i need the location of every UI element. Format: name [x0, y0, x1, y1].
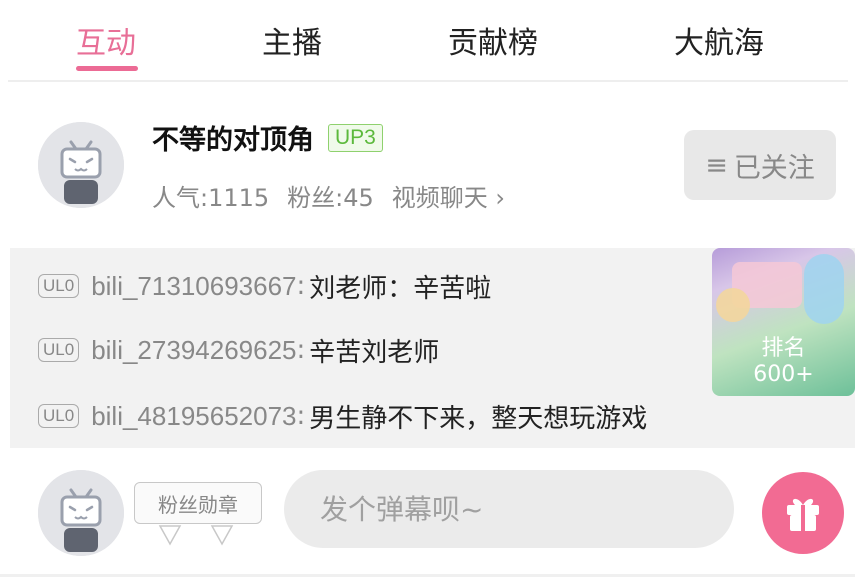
followed-button[interactable]: ≡ 已关注 [684, 130, 836, 200]
chat-colon: : [296, 401, 306, 431]
rank-label: 排名 [761, 336, 806, 361]
gift-button[interactable] [762, 472, 844, 554]
chat-username[interactable]: bili_27394269625 [91, 335, 296, 366]
user-avatar[interactable] [38, 470, 124, 556]
rank-card[interactable]: 排名 600+ [712, 248, 855, 396]
video-chat-link[interactable]: 视频聊天 › [392, 178, 505, 213]
anchor-stats: 人气:1115 粉丝:45 视频聊天 › [152, 178, 505, 213]
fans-count: 粉丝:45 [287, 184, 374, 212]
list-menu-icon: ≡ [705, 149, 728, 181]
gift-box-icon [787, 498, 819, 531]
rank-value: 600+ [753, 362, 814, 387]
chat-colon: : [296, 271, 306, 301]
bilibili-tv-avatar-icon [38, 122, 124, 208]
tab-voyage[interactable]: 大航海 [674, 10, 764, 70]
bilibili-tv-avatar-icon [38, 470, 124, 556]
anchor-name-line: 不等的对顶角 UP3 [152, 118, 383, 157]
chat-text: 辛苦刘老师 [309, 337, 440, 368]
chat-username[interactable]: bili_48195652073 [91, 401, 296, 432]
chat-text: 男生静不下来，整天想玩游戏 [309, 403, 648, 434]
chat-colon: : [296, 335, 306, 365]
user-level-badge: UL0 [38, 404, 80, 428]
tab-bar: 互动 主播 贡献榜 大航海 [0, 0, 855, 82]
followed-label: 已关注 [733, 152, 815, 184]
chat-username[interactable]: bili_71310693667 [91, 271, 296, 302]
popularity-count: 人气:1115 [152, 184, 270, 212]
rank-card-decoration [716, 288, 750, 322]
danmaku-input[interactable] [284, 470, 734, 548]
user-level-badge: UL0 [38, 274, 80, 298]
tab-contribution-rank[interactable]: 贡献榜 [448, 10, 538, 70]
medal-ribbon-icon [158, 525, 234, 546]
chat-message: UL0 bili_27394269625 : 辛苦刘老师 [38, 330, 439, 370]
anchor-info: 不等的对顶角 UP3 人气:1115 粉丝:45 视频聊天 › ≡ 已关注 [0, 82, 855, 248]
anchor-avatar[interactable] [38, 122, 124, 208]
rank-card-decoration [804, 254, 844, 324]
bottom-input-bar: 粉丝勋章 [0, 448, 855, 587]
chat-message: UL0 bili_71310693667 : 刘老师：辛苦啦 [38, 266, 491, 306]
tab-interaction[interactable]: 互动 [76, 10, 136, 70]
up-level-badge: UP3 [328, 123, 383, 152]
active-tab-indicator [76, 66, 138, 71]
chat-text: 刘老师：辛苦啦 [309, 273, 492, 304]
chat-message: UL0 bili_48195652073 : 男生静不下来，整天想玩游戏 [38, 396, 647, 436]
bottom-divider [0, 574, 855, 577]
tab-anchor[interactable]: 主播 [262, 10, 322, 70]
anchor-name[interactable]: 不等的对顶角 [152, 118, 314, 157]
user-level-badge: UL0 [38, 338, 80, 362]
fan-medal-button[interactable]: 粉丝勋章 [134, 482, 262, 524]
